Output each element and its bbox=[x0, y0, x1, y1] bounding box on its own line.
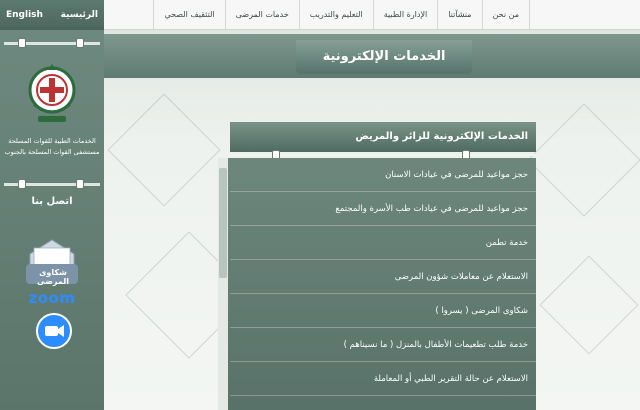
contact-us-link[interactable]: اتصل بنا bbox=[0, 196, 104, 207]
rivet-icon bbox=[18, 38, 26, 48]
nav-about-us[interactable]: من نحن bbox=[481, 0, 530, 30]
services-list: حجز مواعيد للمرضى في عيادات الاسنان حجز … bbox=[230, 158, 536, 396]
rivet-icon bbox=[76, 38, 84, 48]
organization-name: الخدمات الطبية للقوات المسلحة مستشفى الق… bbox=[0, 136, 104, 158]
nav-education-training[interactable]: التعليم والتدريب bbox=[298, 0, 373, 30]
home-link[interactable]: الرئيسية bbox=[61, 10, 98, 20]
sidebar-header: English الرئيسية bbox=[0, 0, 104, 30]
org-name-line1: الخدمات الطبية للقوات المسلحة bbox=[8, 137, 96, 145]
video-camera-icon bbox=[45, 325, 64, 337]
background-pattern bbox=[527, 103, 640, 217]
background-pattern bbox=[539, 255, 639, 355]
service-child-vaccination[interactable]: خدمة طلب تطعيمات الأطفال بالمنزل ( ما نس… bbox=[230, 328, 536, 362]
sidebar: English الرئيسية الخدمات الطبية للقوات ا… bbox=[0, 0, 104, 410]
service-family-medicine-appointments[interactable]: حجز مواعيد للمرضى في عيادات طب الأسرة وا… bbox=[230, 192, 536, 226]
zoom-camera-icon[interactable] bbox=[36, 313, 72, 349]
complaints-label: شكاوى المرضى bbox=[37, 268, 69, 286]
service-patient-affairs-inquiry[interactable]: الاستعلام عن معاملات شؤون المرضى bbox=[230, 260, 536, 294]
rivet-icon bbox=[18, 179, 26, 189]
service-medical-report-status[interactable]: الاستعلام عن حالة التقرير الطبي أو المعا… bbox=[230, 362, 536, 396]
eservices-banner-title: الخدمات الإلكترونية bbox=[296, 40, 472, 74]
service-dental-appointments[interactable]: حجز مواعيد للمرضى في عيادات الاسنان bbox=[230, 158, 536, 192]
nav-patient-services[interactable]: خدمات المرضى bbox=[224, 0, 299, 30]
service-tatman[interactable]: خدمة تطمن bbox=[230, 226, 536, 260]
armed-forces-logo bbox=[28, 64, 76, 122]
background-pattern bbox=[107, 93, 221, 207]
english-link[interactable]: English bbox=[6, 10, 43, 20]
services-heading: الخدمات الإلكترونية للزائر والمريض bbox=[230, 122, 536, 152]
nav-medical-administration[interactable]: الإدارة الطبية bbox=[372, 0, 438, 30]
services-list-panel: حجز مواعيد للمرضى في عيادات الاسنان حجز … bbox=[218, 158, 536, 410]
service-patient-complaints[interactable]: شكاوى المرضى ( يسروا ) bbox=[230, 294, 536, 328]
services-scrollbar[interactable] bbox=[218, 158, 228, 410]
nav-facilities[interactable]: منشآتنا bbox=[437, 0, 481, 30]
rivet-icon bbox=[76, 179, 84, 189]
org-name-line2: مستشفى القوات المسلحة بالجنوب bbox=[4, 148, 100, 156]
main-content: الخدمات الإلكترونية الخدمات الإلكترونية … bbox=[104, 30, 640, 410]
scrollbar-thumb[interactable] bbox=[219, 168, 227, 278]
zoom-logo-text: zoom bbox=[28, 289, 76, 307]
nav-health-education[interactable]: التثقيف الصحي bbox=[153, 0, 224, 30]
